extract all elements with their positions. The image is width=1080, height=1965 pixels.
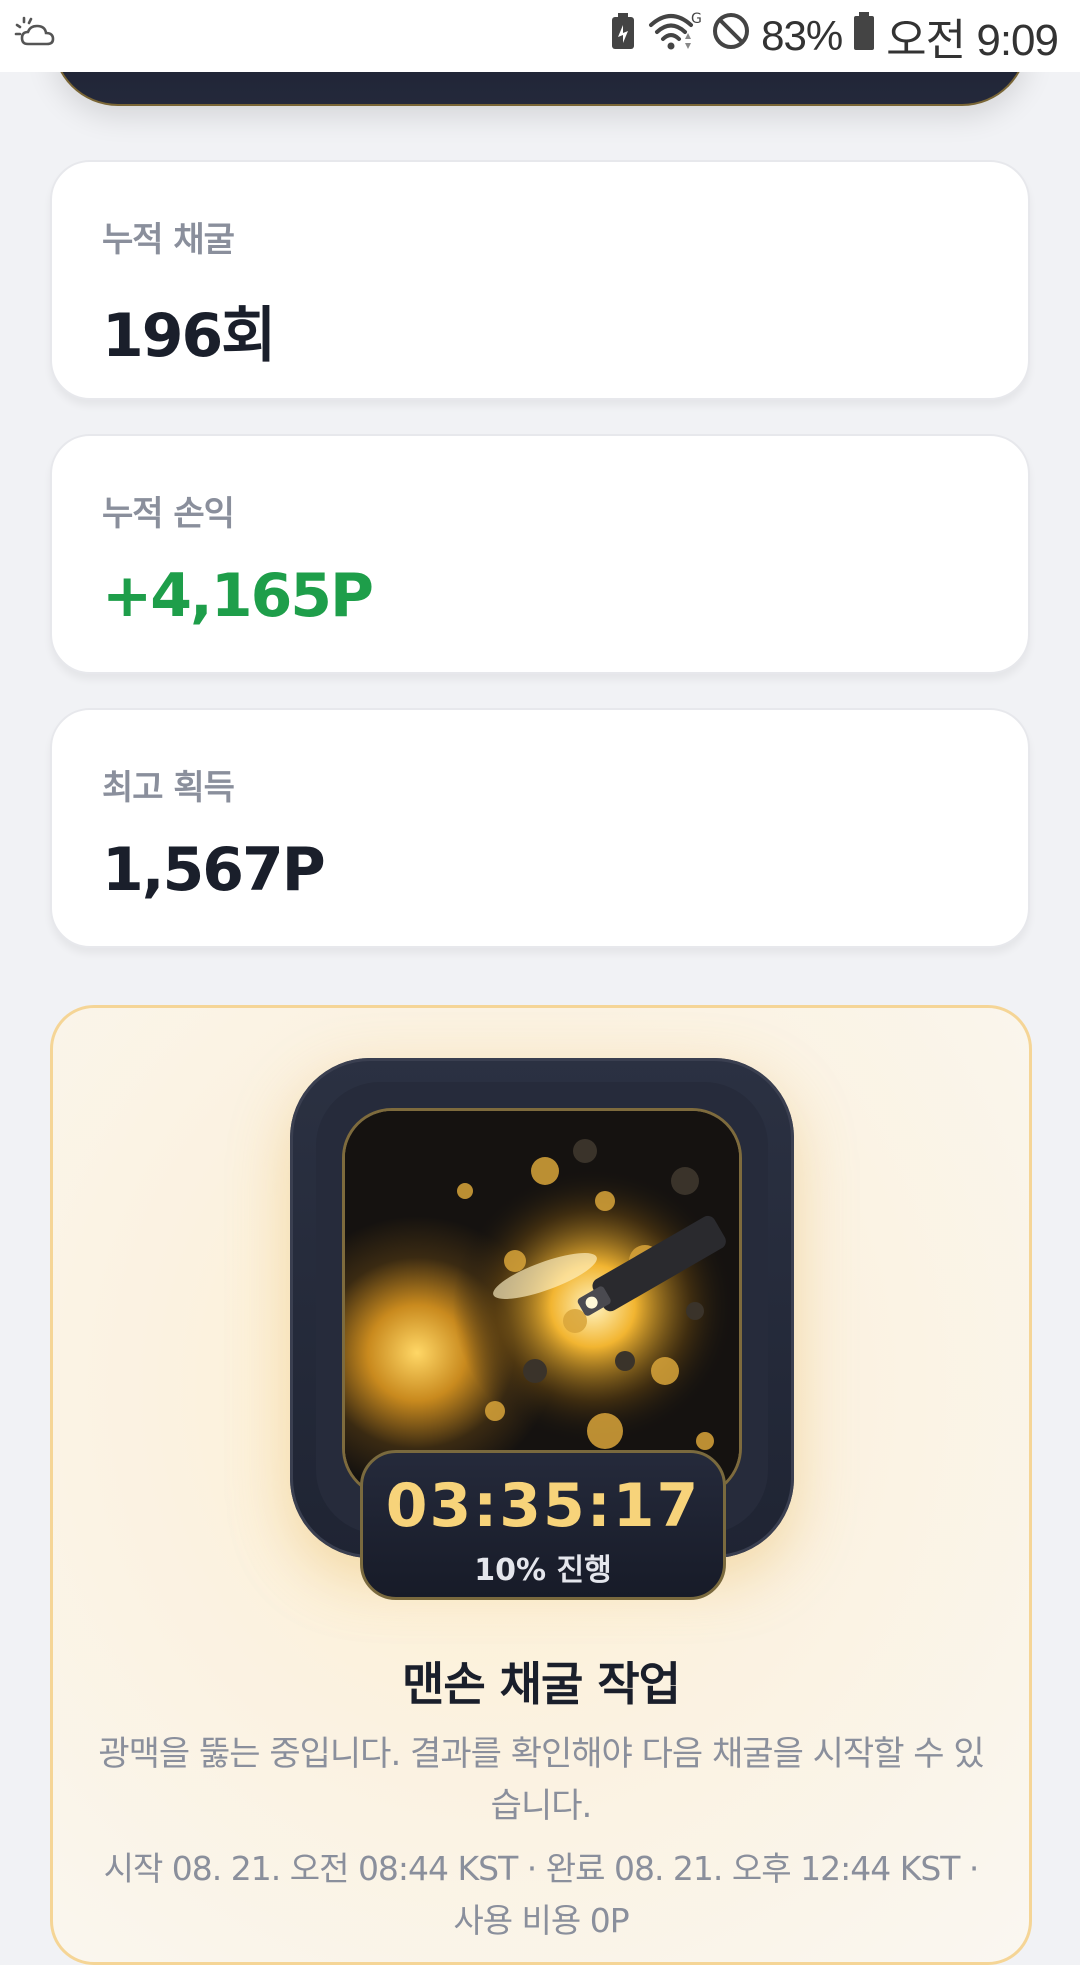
- do-not-disturb-icon: [711, 11, 751, 61]
- weather-cloud-sun-icon: [14, 14, 60, 58]
- timer-countdown: 03:35:17: [385, 1471, 701, 1541]
- wifi-icon: G: [647, 9, 702, 63]
- gold-mine-drill-illustration: [342, 1108, 742, 1498]
- battery-percent: 83%: [761, 12, 843, 59]
- mining-job-card: 03:35:17 10% 진행 맨손 채굴 작업 광맥을 뚫는 중입니다. 결과…: [50, 1005, 1032, 1965]
- stat-label: 최고 획득: [102, 768, 235, 808]
- mining-job-description: 광맥을 뚫는 중입니다. 결과를 확인해야 다음 채굴을 시작할 수 있습니다.: [98, 1734, 984, 1826]
- clock: 오전 9:09: [886, 16, 1059, 65]
- stat-value: 1,567P: [102, 835, 326, 905]
- stat-card-best-gain: 최고 획득 1,567P: [50, 708, 1030, 948]
- battery-saver-icon: [609, 11, 637, 61]
- stat-card-total-mining: 누적 채굴 196회: [50, 160, 1030, 400]
- timer-progress-text: 10% 진행: [474, 1553, 612, 1588]
- stat-value: +4,165P: [102, 561, 374, 631]
- status-bar: G 83% 오전 9:09: [0, 0, 1080, 72]
- stat-card-total-profit: 누적 손익 +4,165P: [50, 434, 1030, 674]
- mining-job-title: 맨손 채굴 작업: [402, 1657, 681, 1711]
- stat-label: 누적 손익: [102, 494, 235, 534]
- stat-value: 196회: [102, 301, 276, 371]
- mining-timer: 03:35:17 10% 진행: [360, 1450, 726, 1600]
- svg-text:G: G: [691, 11, 701, 27]
- battery-icon: [852, 11, 876, 61]
- stat-label: 누적 채굴: [102, 220, 235, 260]
- mining-job-meta: 시작 08. 21. 오전 08:44 KST · 완료 08. 21. 오후 …: [103, 1849, 980, 1940]
